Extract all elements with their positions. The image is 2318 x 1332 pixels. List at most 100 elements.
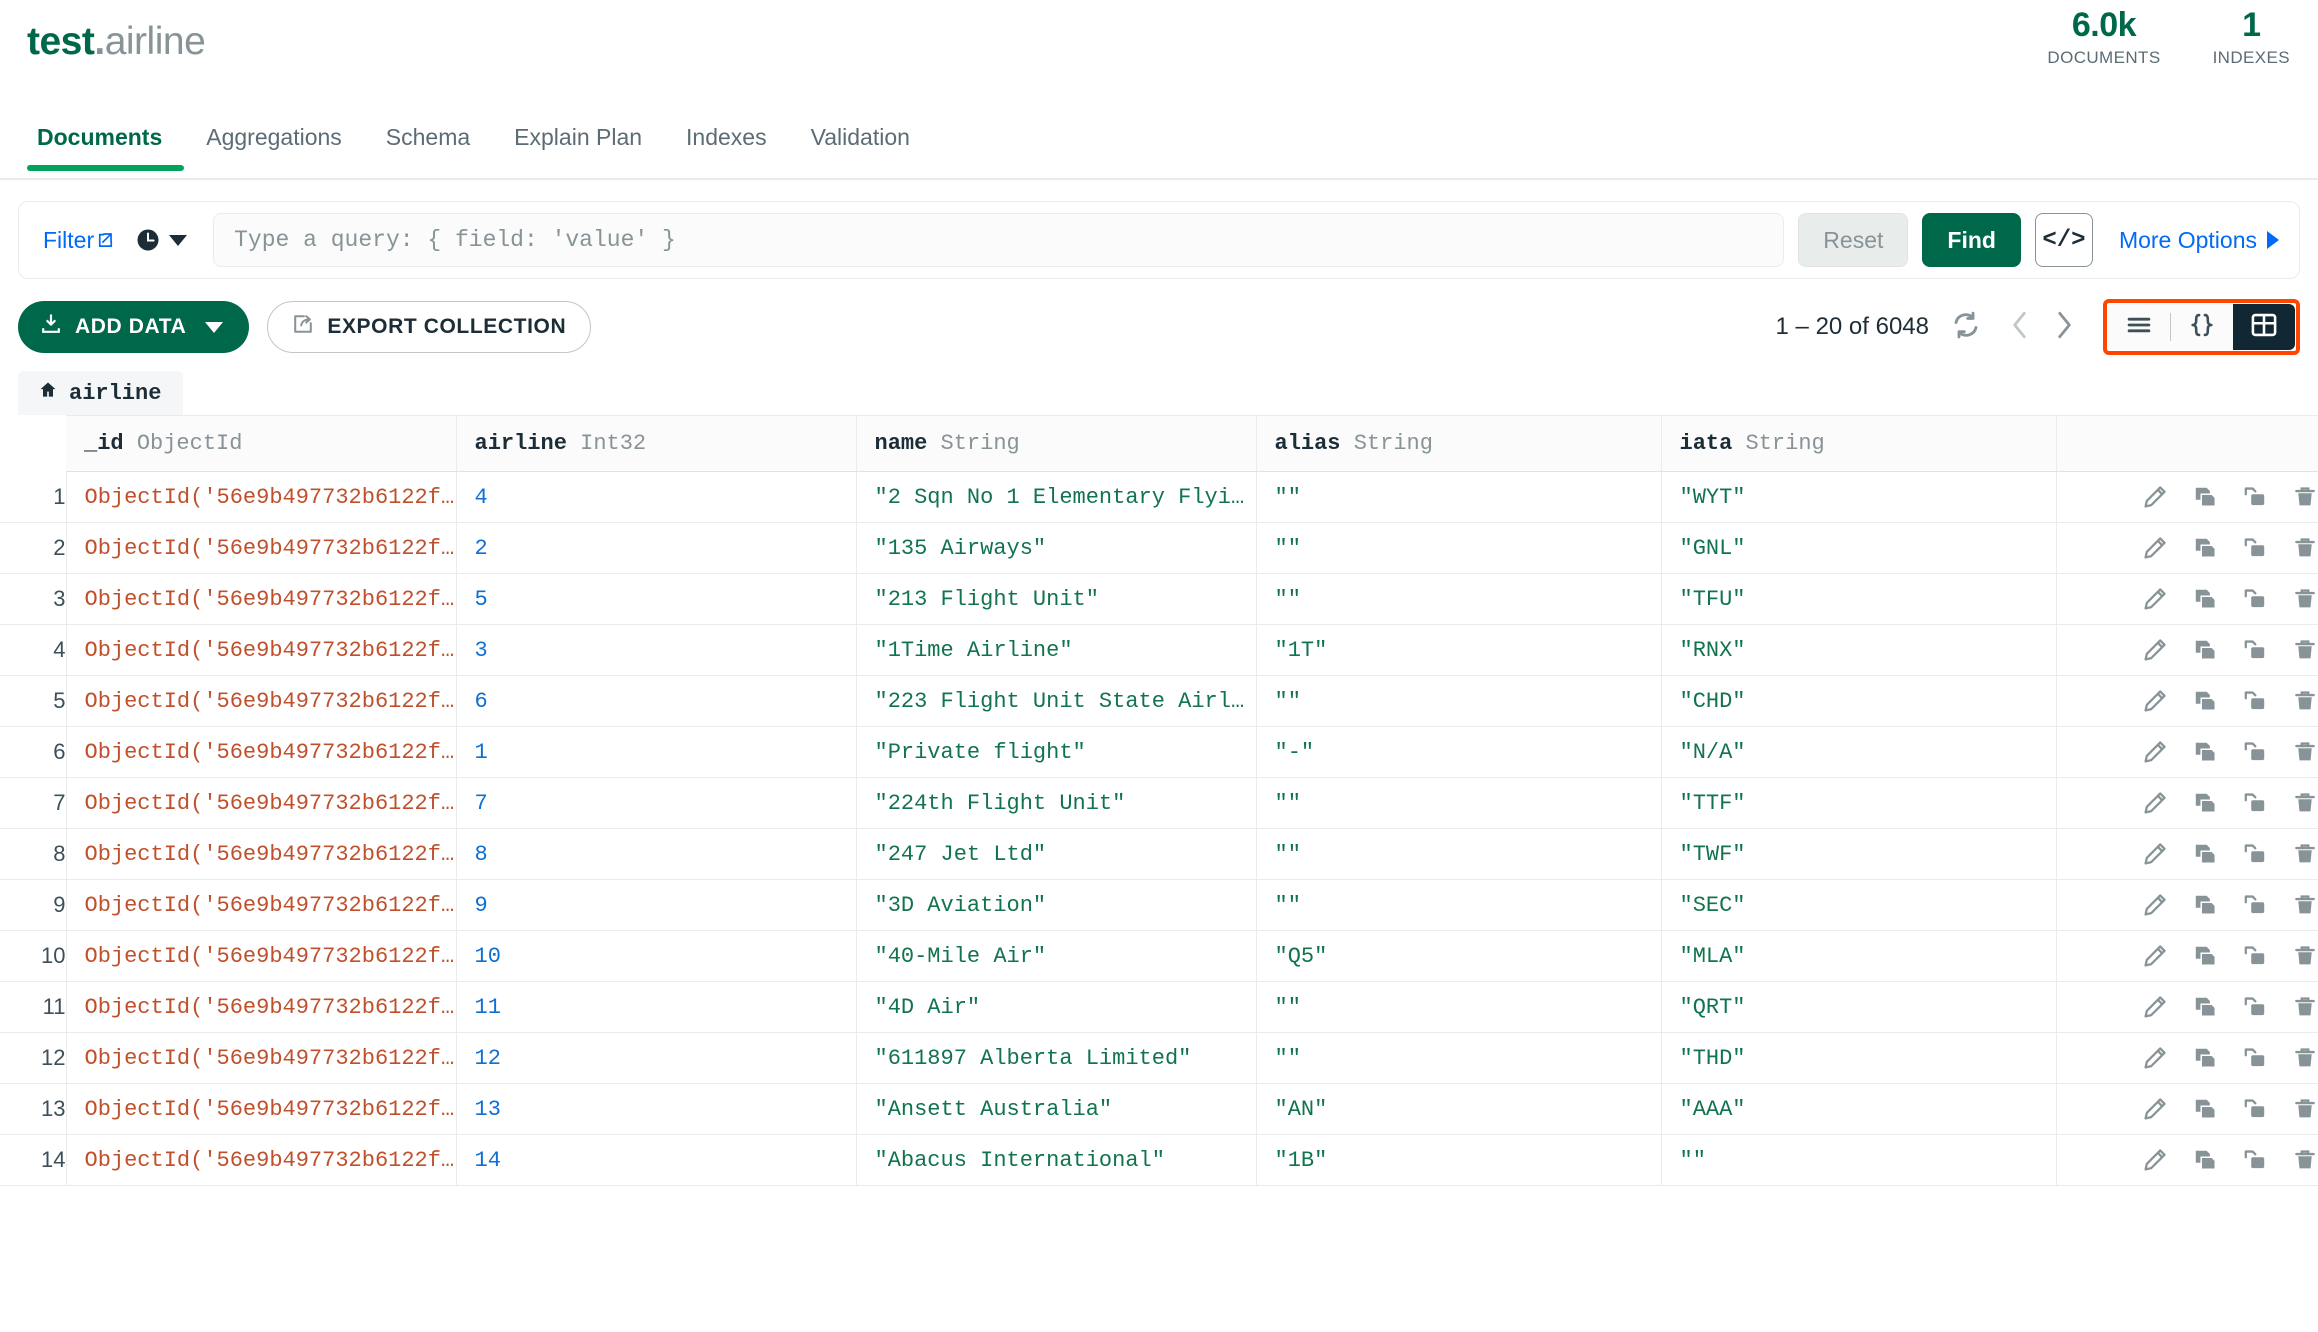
table-row[interactable]: 11 ObjectId('56e9b497732b6122f… 11 "4D Air"… bbox=[0, 981, 2318, 1033]
cell-name[interactable]: "247 Jet Ltd" bbox=[856, 828, 1257, 880]
cell-name[interactable]: "213 Flight Unit" bbox=[856, 573, 1257, 625]
cell-airline[interactable]: 10 bbox=[456, 930, 857, 982]
cell-alias[interactable]: "" bbox=[1256, 981, 1662, 1033]
delete-icon[interactable] bbox=[2292, 943, 2318, 969]
cell-name[interactable]: "135 Airways" bbox=[856, 522, 1257, 574]
edit-icon[interactable] bbox=[2142, 1045, 2168, 1071]
tab-validation[interactable]: Validation bbox=[789, 118, 932, 169]
code-toggle-button[interactable]: </> bbox=[2034, 213, 2093, 267]
find-button[interactable]: Find bbox=[1922, 213, 2021, 267]
cell-iata[interactable]: "SEC" bbox=[1661, 879, 2057, 931]
cell-alias[interactable]: "AN" bbox=[1256, 1083, 1662, 1135]
cell-airline[interactable]: 12 bbox=[456, 1032, 857, 1084]
cell-id[interactable]: ObjectId('56e9b497732b6122f… bbox=[66, 1032, 457, 1084]
cell-alias[interactable]: "-" bbox=[1256, 726, 1662, 778]
copy-icon[interactable] bbox=[2242, 739, 2268, 765]
table-row[interactable]: 12 ObjectId('56e9b497732b6122f… 12 "611897 … bbox=[0, 1032, 2318, 1084]
clone-icon[interactable] bbox=[2192, 1045, 2218, 1071]
cell-name[interactable]: "4D Air" bbox=[856, 981, 1257, 1033]
cell-airline[interactable]: 3 bbox=[456, 624, 857, 676]
cell-iata[interactable]: "CHD" bbox=[1661, 675, 2057, 727]
cell-airline[interactable]: 13 bbox=[456, 1083, 857, 1135]
cell-iata[interactable]: "TWF" bbox=[1661, 828, 2057, 880]
copy-icon[interactable] bbox=[2242, 688, 2268, 714]
table-row[interactable]: 8 ObjectId('56e9b497732b6122f… 8 "247 Jet L… bbox=[0, 828, 2318, 880]
table-row[interactable]: 10 ObjectId('56e9b497732b6122f… 10 "40-Mile… bbox=[0, 930, 2318, 982]
edit-icon[interactable] bbox=[2142, 535, 2168, 561]
edit-icon[interactable] bbox=[2142, 892, 2168, 918]
cell-id[interactable]: ObjectId('56e9b497732b6122f… bbox=[66, 981, 457, 1033]
table-row[interactable]: 2 ObjectId('56e9b497732b6122f… 2 "135 Airwa… bbox=[0, 522, 2318, 574]
delete-icon[interactable] bbox=[2292, 892, 2318, 918]
copy-icon[interactable] bbox=[2242, 994, 2268, 1020]
delete-icon[interactable] bbox=[2292, 586, 2318, 612]
copy-icon[interactable] bbox=[2242, 484, 2268, 510]
list-view-button[interactable] bbox=[2108, 304, 2170, 350]
column-header-name[interactable]: name String bbox=[856, 415, 1257, 472]
clone-icon[interactable] bbox=[2192, 739, 2218, 765]
clone-icon[interactable] bbox=[2192, 790, 2218, 816]
column-header-airline[interactable]: airline Int32 bbox=[456, 415, 857, 472]
copy-icon[interactable] bbox=[2242, 1045, 2268, 1071]
edit-icon[interactable] bbox=[2142, 1147, 2168, 1173]
table-row[interactable]: 3 ObjectId('56e9b497732b6122f… 5 "213 Fligh… bbox=[0, 573, 2318, 625]
table-row[interactable]: 1 ObjectId('56e9b497732b6122f… 4 "2 Sqn No … bbox=[0, 471, 2318, 523]
column-header-iata[interactable]: iata String bbox=[1661, 415, 2057, 472]
next-page-button[interactable] bbox=[2051, 309, 2077, 346]
tab-indexes[interactable]: Indexes bbox=[664, 118, 789, 169]
query-history-button[interactable] bbox=[136, 228, 188, 252]
cell-airline[interactable]: 11 bbox=[456, 981, 857, 1033]
more-options-button[interactable]: More Options bbox=[2119, 227, 2279, 254]
cell-id[interactable]: ObjectId('56e9b497732b6122f… bbox=[66, 573, 457, 625]
delete-icon[interactable] bbox=[2292, 790, 2318, 816]
cell-name[interactable]: "1Time Airline" bbox=[856, 624, 1257, 676]
delete-icon[interactable] bbox=[2292, 841, 2318, 867]
filter-link[interactable]: Filter bbox=[43, 227, 114, 254]
breadcrumb-root[interactable]: airline bbox=[18, 371, 184, 415]
clone-icon[interactable] bbox=[2192, 484, 2218, 510]
cell-name[interactable]: "2 Sqn No 1 Elementary Flyi… bbox=[856, 471, 1257, 523]
query-input[interactable] bbox=[213, 213, 1785, 267]
delete-icon[interactable] bbox=[2292, 637, 2318, 663]
copy-icon[interactable] bbox=[2242, 892, 2268, 918]
clone-icon[interactable] bbox=[2192, 943, 2218, 969]
clone-icon[interactable] bbox=[2192, 892, 2218, 918]
cell-airline[interactable]: 5 bbox=[456, 573, 857, 625]
cell-name[interactable]: "40-Mile Air" bbox=[856, 930, 1257, 982]
copy-icon[interactable] bbox=[2242, 1096, 2268, 1122]
delete-icon[interactable] bbox=[2292, 1045, 2318, 1071]
table-row[interactable]: 5 ObjectId('56e9b497732b6122f… 6 "223 Fligh… bbox=[0, 675, 2318, 727]
json-view-button[interactable] bbox=[2171, 304, 2233, 350]
edit-icon[interactable] bbox=[2142, 994, 2168, 1020]
cell-iata[interactable]: "GNL" bbox=[1661, 522, 2057, 574]
copy-icon[interactable] bbox=[2242, 586, 2268, 612]
cell-name[interactable]: "3D Aviation" bbox=[856, 879, 1257, 931]
tab-documents[interactable]: Documents bbox=[27, 118, 185, 171]
clone-icon[interactable] bbox=[2192, 688, 2218, 714]
cell-id[interactable]: ObjectId('56e9b497732b6122f… bbox=[66, 930, 457, 982]
column-header-alias[interactable]: alias String bbox=[1256, 415, 1662, 472]
cell-iata[interactable]: "TFU" bbox=[1661, 573, 2057, 625]
copy-icon[interactable] bbox=[2242, 943, 2268, 969]
cell-id[interactable]: ObjectId('56e9b497732b6122f… bbox=[66, 828, 457, 880]
cell-alias[interactable]: "" bbox=[1256, 675, 1662, 727]
delete-icon[interactable] bbox=[2292, 1096, 2318, 1122]
cell-name[interactable]: "Abacus International" bbox=[856, 1134, 1257, 1186]
cell-id[interactable]: ObjectId('56e9b497732b6122f… bbox=[66, 1083, 457, 1135]
copy-icon[interactable] bbox=[2242, 841, 2268, 867]
cell-name[interactable]: "611897 Alberta Limited" bbox=[856, 1032, 1257, 1084]
copy-icon[interactable] bbox=[2242, 535, 2268, 561]
cell-id[interactable]: ObjectId('56e9b497732b6122f… bbox=[66, 624, 457, 676]
delete-icon[interactable] bbox=[2292, 739, 2318, 765]
table-row[interactable]: 6 ObjectId('56e9b497732b6122f… 1 "Private f… bbox=[0, 726, 2318, 778]
delete-icon[interactable] bbox=[2292, 484, 2318, 510]
edit-icon[interactable] bbox=[2142, 586, 2168, 612]
cell-name[interactable]: "223 Flight Unit State Airl… bbox=[856, 675, 1257, 727]
edit-icon[interactable] bbox=[2142, 841, 2168, 867]
cell-alias[interactable]: "" bbox=[1256, 522, 1662, 574]
table-row[interactable]: 4 ObjectId('56e9b497732b6122f… 3 "1Time Air… bbox=[0, 624, 2318, 676]
edit-icon[interactable] bbox=[2142, 739, 2168, 765]
cell-id[interactable]: ObjectId('56e9b497732b6122f… bbox=[66, 1134, 457, 1186]
edit-icon[interactable] bbox=[2142, 943, 2168, 969]
cell-iata[interactable]: "TTF" bbox=[1661, 777, 2057, 829]
